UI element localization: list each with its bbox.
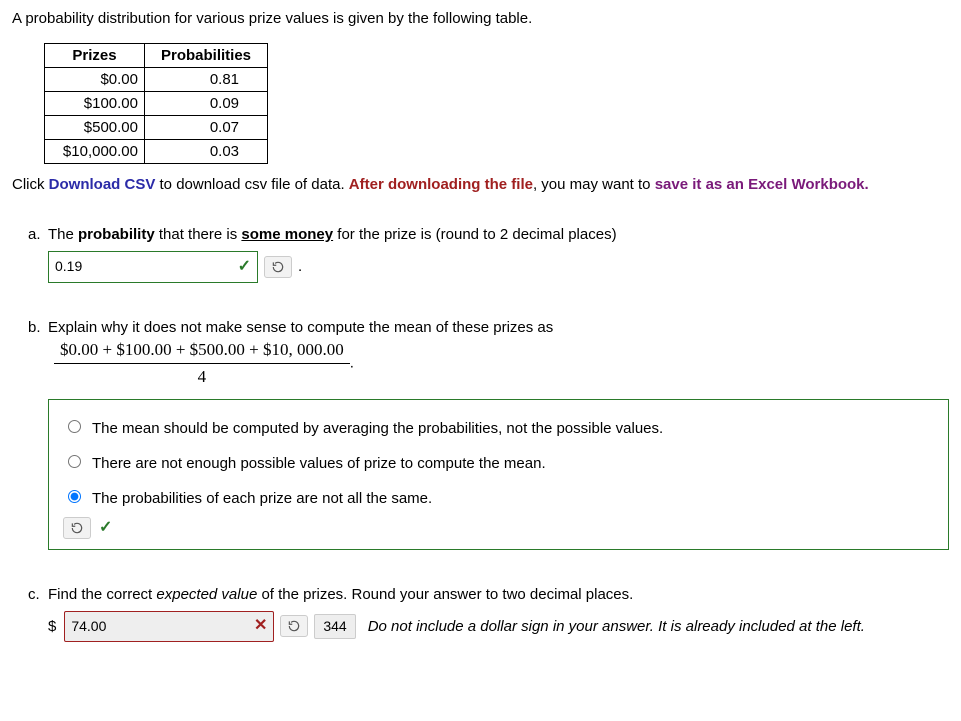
question-b-marker: b. (28, 317, 41, 338)
download-line: Click Download CSV to download csv file … (12, 174, 949, 196)
retry-button[interactable] (63, 517, 91, 539)
table-row: $10,000.00 0.03 (45, 140, 268, 164)
table-row: $0.00 0.81 (45, 68, 268, 92)
question-a-text: The probability that there is some money… (48, 224, 949, 245)
table-header-probabilities: Probabilities (145, 44, 268, 68)
dollar-sign: $ (48, 616, 56, 637)
check-icon: ✓ (99, 517, 112, 539)
qa-text-frag: for the prize is (round to 2 decimal pla… (333, 226, 616, 243)
retry-button[interactable] (280, 615, 308, 637)
download-after: After downloading the file (349, 176, 533, 193)
question-c-value: 74.00 (71, 617, 106, 637)
table-row: $100.00 0.09 (45, 92, 268, 116)
check-icon: ✓ (238, 256, 251, 278)
prize-cell: $0.00 (45, 68, 145, 92)
qc-lead2: of the prizes. Round your answer to two … (257, 586, 633, 603)
download-tail1: , you may want to (533, 176, 655, 193)
prize-cell: $100.00 (45, 92, 145, 116)
question-c-answer-row: $ 74.00 ✕ 344 Do not include a dollar si… (48, 611, 949, 641)
intro-text: A probability distribution for various p… (12, 8, 949, 29)
question-a-value: 0.19 (55, 257, 82, 277)
qa-underline: some money (241, 226, 333, 243)
radio-option-1[interactable]: There are not enough possible values of … (63, 453, 934, 474)
prize-table: Prizes Probabilities $0.00 0.81 $100.00 … (44, 43, 268, 164)
download-tail2: save it as an Excel Workbook. (655, 176, 869, 193)
question-b-panel: The mean should be computed by averaging… (48, 399, 949, 550)
correct-answer-box: 344 (314, 614, 355, 640)
prob-cell: 0.81 (145, 68, 268, 92)
prize-cell: $500.00 (45, 116, 145, 140)
retry-icon (287, 619, 301, 633)
radio-label: The probabilities of each prize are not … (92, 488, 432, 509)
question-a-input[interactable]: 0.19 ✓ (48, 251, 258, 283)
question-c: c. Find the correct expected value of th… (48, 584, 949, 641)
question-c-hint: Do not include a dollar sign in your ans… (368, 616, 865, 637)
prize-cell: $10,000.00 (45, 140, 145, 164)
panel-footer: ✓ (63, 517, 934, 539)
radio-input[interactable] (68, 420, 81, 433)
question-b-text: Explain why it does not make sense to co… (48, 317, 949, 389)
question-c-input[interactable]: 74.00 ✕ (64, 611, 274, 641)
question-b: b. Explain why it does not make sense to… (48, 317, 949, 550)
question-c-marker: c. (28, 584, 40, 605)
qb-lead: Explain why it does not make sense to co… (48, 319, 553, 336)
prob-cell: 0.07 (145, 116, 268, 140)
radio-label: There are not enough possible values of … (92, 453, 546, 474)
fraction-denominator: 4 (54, 363, 350, 389)
retry-button[interactable] (264, 256, 292, 278)
question-a-marker: a. (28, 224, 41, 245)
download-pre: Click (12, 176, 49, 193)
question-a: a. The probability that there is some mo… (48, 224, 949, 283)
qa-text-frag: that there is (155, 226, 242, 243)
question-a-period: . (298, 256, 302, 277)
fraction-numerator: $0.00 + $100.00 + $500.00 + $10, 000.00 (54, 338, 350, 363)
radio-label: The mean should be computed by averaging… (92, 418, 663, 439)
question-a-answer-row: 0.19 ✓ . (48, 251, 949, 283)
qa-bold: probability (78, 226, 155, 243)
download-csv-link[interactable]: Download CSV (49, 176, 156, 193)
retry-icon (70, 521, 84, 535)
radio-input[interactable] (68, 455, 81, 468)
prob-cell: 0.03 (145, 140, 268, 164)
retry-icon (271, 260, 285, 274)
radio-input[interactable] (68, 490, 81, 503)
fraction: $0.00 + $100.00 + $500.00 + $10, 000.00 … (54, 338, 350, 389)
fraction-period: . (350, 354, 354, 371)
download-mid: to download csv file of data. (155, 176, 348, 193)
qc-em: expected value (156, 586, 257, 603)
question-c-text: Find the correct expected value of the p… (48, 584, 949, 605)
prob-cell: 0.09 (145, 92, 268, 116)
radio-option-0[interactable]: The mean should be computed by averaging… (63, 418, 934, 439)
cross-icon: ✕ (254, 615, 267, 637)
radio-option-2[interactable]: The probabilities of each prize are not … (63, 488, 934, 509)
table-row: $500.00 0.07 (45, 116, 268, 140)
qa-text-frag: The (48, 226, 78, 243)
qc-lead1: Find the correct (48, 586, 156, 603)
table-header-prizes: Prizes (45, 44, 145, 68)
